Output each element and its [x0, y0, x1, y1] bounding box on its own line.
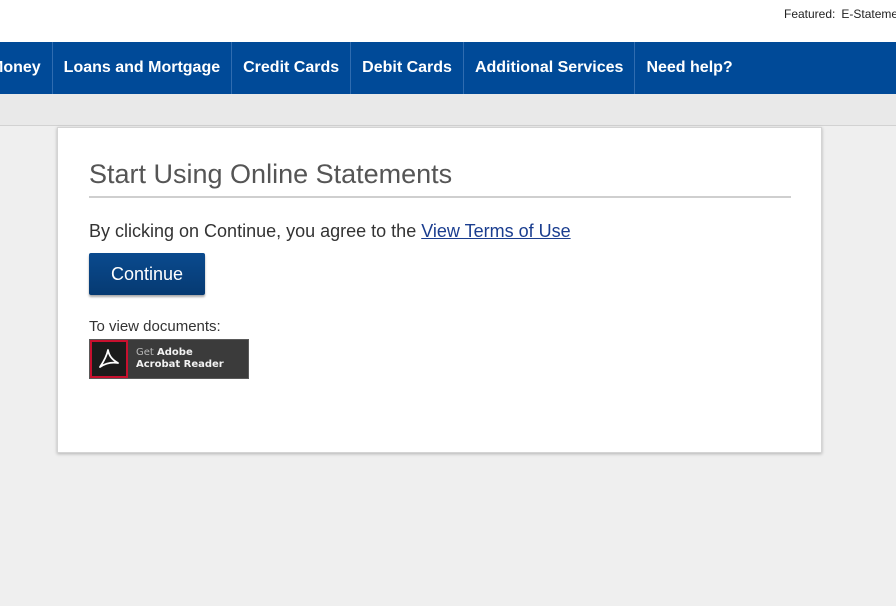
nav-item-credit-cards[interactable]: Credit Cards: [232, 42, 352, 94]
nav-item-need-help[interactable]: Need help?: [635, 42, 743, 94]
nav-item-loans-and-mortgage[interactable]: Loans and Mortgage: [53, 42, 233, 94]
adobe-brand-line1: Adobe: [157, 347, 193, 358]
adobe-acrobat-icon: [90, 340, 128, 378]
adobe-brand-line2: Acrobat Reader: [136, 359, 224, 370]
adobe-get-text: Get: [136, 347, 154, 358]
featured-text: Featured: E-Statements: [784, 7, 896, 21]
featured-label: Featured:: [784, 7, 836, 21]
continue-button[interactable]: Continue: [89, 253, 205, 295]
nav-item-money[interactable]: Money: [0, 42, 53, 94]
terms-of-use-link[interactable]: View Terms of Use: [421, 221, 570, 241]
statements-card: Start Using Online Statements By clickin…: [57, 127, 822, 453]
sub-header-strip: [0, 94, 896, 126]
top-utility-bar: Featured: E-Statements: [0, 0, 896, 42]
nav-item-debit-cards[interactable]: Debit Cards: [351, 42, 464, 94]
page-title: Start Using Online Statements: [89, 159, 791, 198]
view-documents-label: To view documents:: [89, 318, 221, 335]
adobe-badge-text: Get Adobe Acrobat Reader: [136, 347, 224, 371]
main-navigation: Money Loans and Mortgage Credit Cards De…: [0, 42, 896, 94]
get-adobe-reader-badge[interactable]: Get Adobe Acrobat Reader: [89, 339, 249, 379]
agreement-label: By clicking on Continue, you agree to th…: [89, 221, 417, 241]
agreement-text: By clicking on Continue, you agree to th…: [89, 221, 571, 242]
featured-link[interactable]: E-Statements: [841, 7, 896, 21]
nav-item-additional-services[interactable]: Additional Services: [464, 42, 636, 94]
